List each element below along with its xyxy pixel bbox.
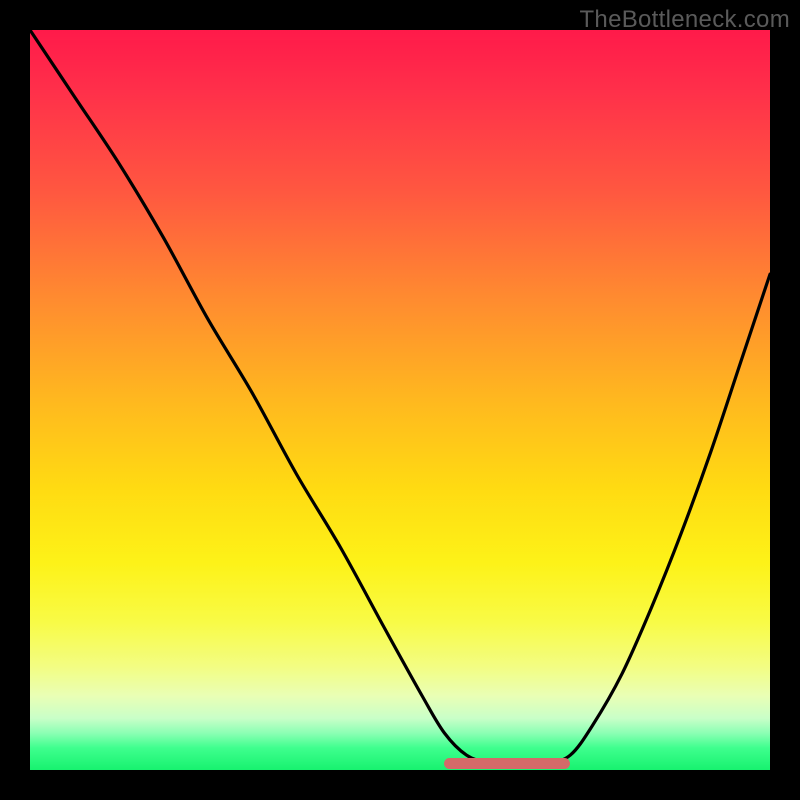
plot-area xyxy=(30,30,770,770)
chart-frame: TheBottleneck.com xyxy=(0,0,800,800)
bottleneck-curve xyxy=(30,30,770,770)
watermark-text: TheBottleneck.com xyxy=(579,6,790,34)
optimal-flat-region xyxy=(444,758,570,769)
